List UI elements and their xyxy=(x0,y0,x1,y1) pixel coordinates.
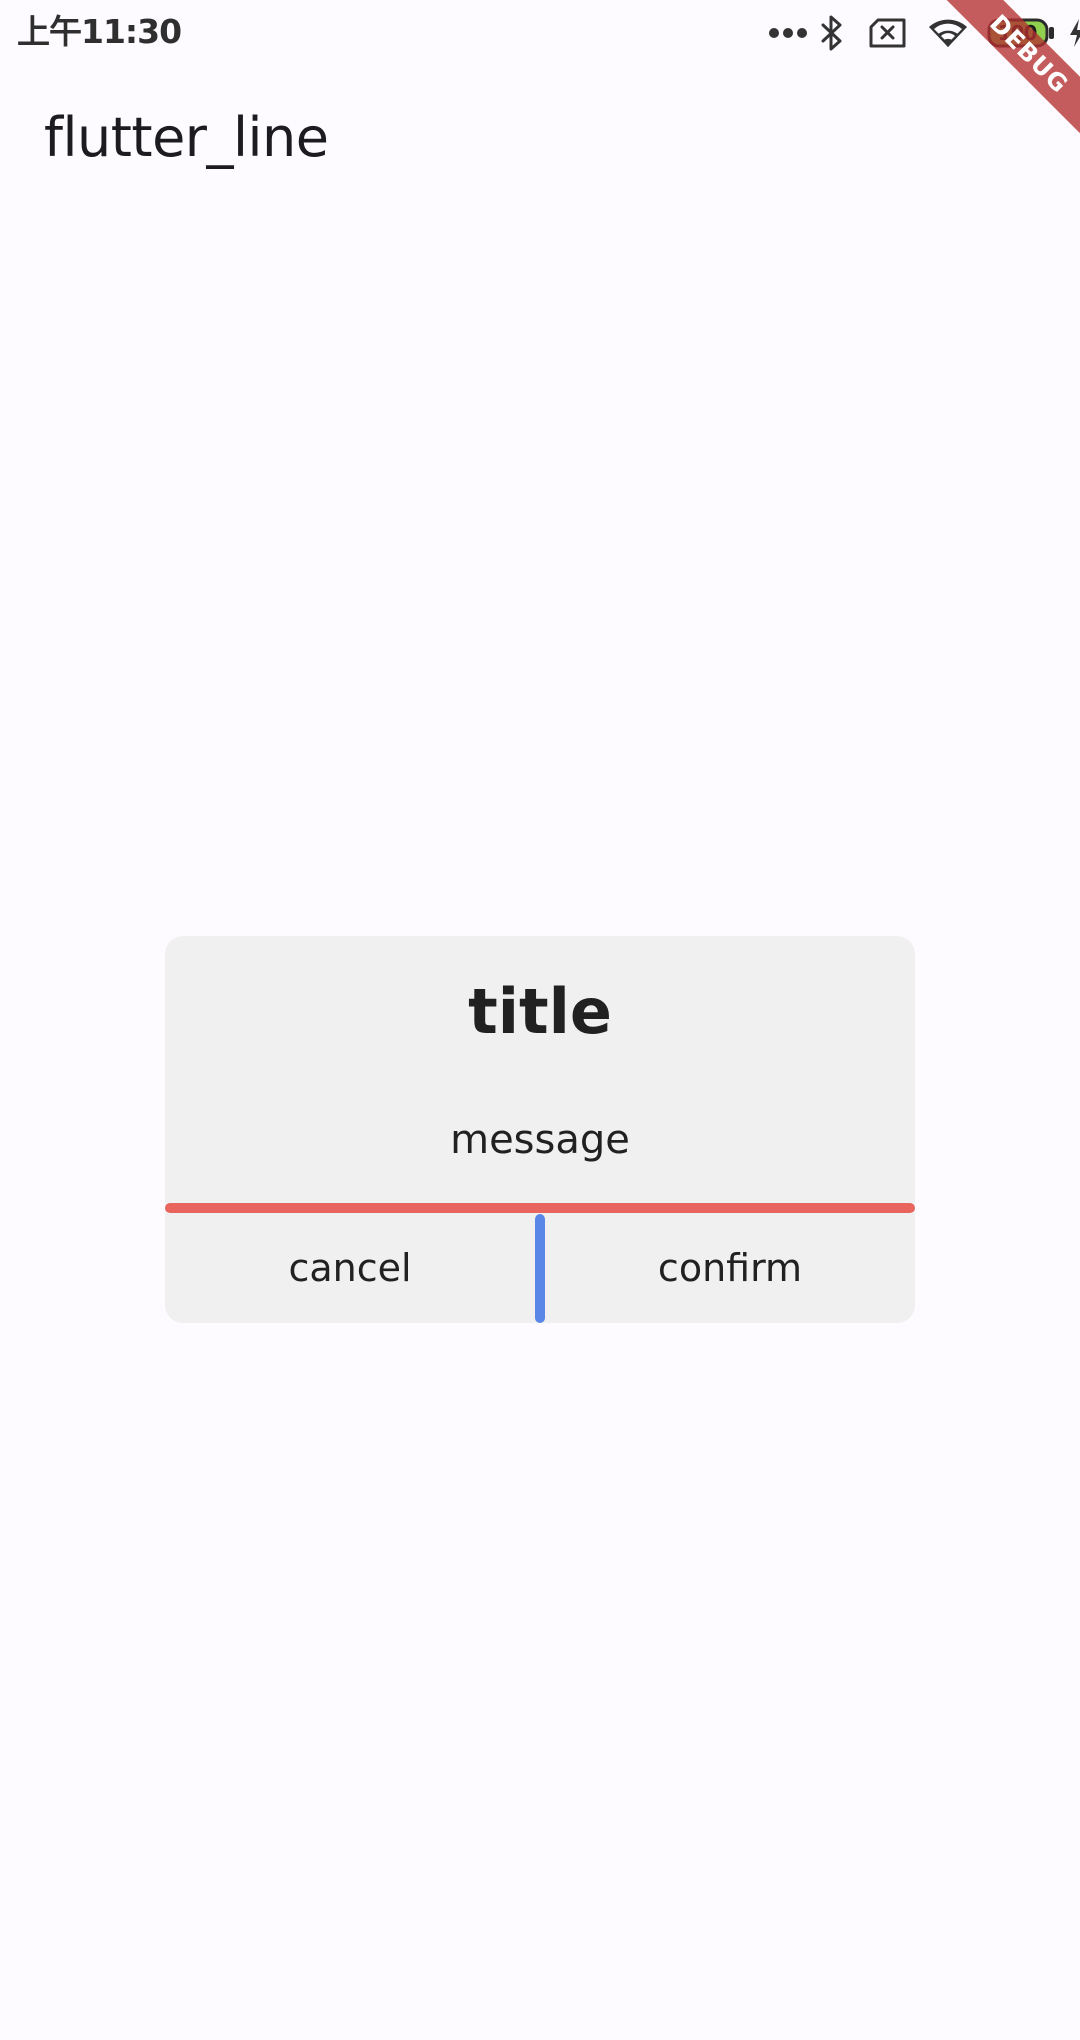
confirm-button-label: confirm xyxy=(657,1246,803,1290)
dialog-vertical-divider xyxy=(535,1214,545,1323)
confirm-button[interactable]: confirm xyxy=(545,1213,915,1323)
more-dots-icon xyxy=(768,27,808,39)
cancel-button-label: cancel xyxy=(288,1246,412,1290)
charging-bolt-icon xyxy=(1066,18,1080,48)
sim-card-x-icon xyxy=(868,18,908,48)
cancel-button[interactable]: cancel xyxy=(165,1213,535,1323)
bluetooth-icon xyxy=(816,15,848,51)
dialog-title: title xyxy=(468,975,612,1048)
dialog-horizontal-divider xyxy=(165,1203,915,1213)
app-bar: flutter_line xyxy=(0,66,1080,218)
status-time: 上午11:30 xyxy=(17,12,182,51)
battery-level: 100 xyxy=(997,21,1038,45)
status-bar: 上午11:30 100 xyxy=(0,0,1080,66)
wifi-icon xyxy=(926,17,970,49)
battery-icon: 100 xyxy=(986,18,1056,48)
page-title: flutter_line xyxy=(44,106,329,169)
dialog-message: message xyxy=(450,1117,630,1163)
status-icons: 100 xyxy=(768,12,1080,54)
